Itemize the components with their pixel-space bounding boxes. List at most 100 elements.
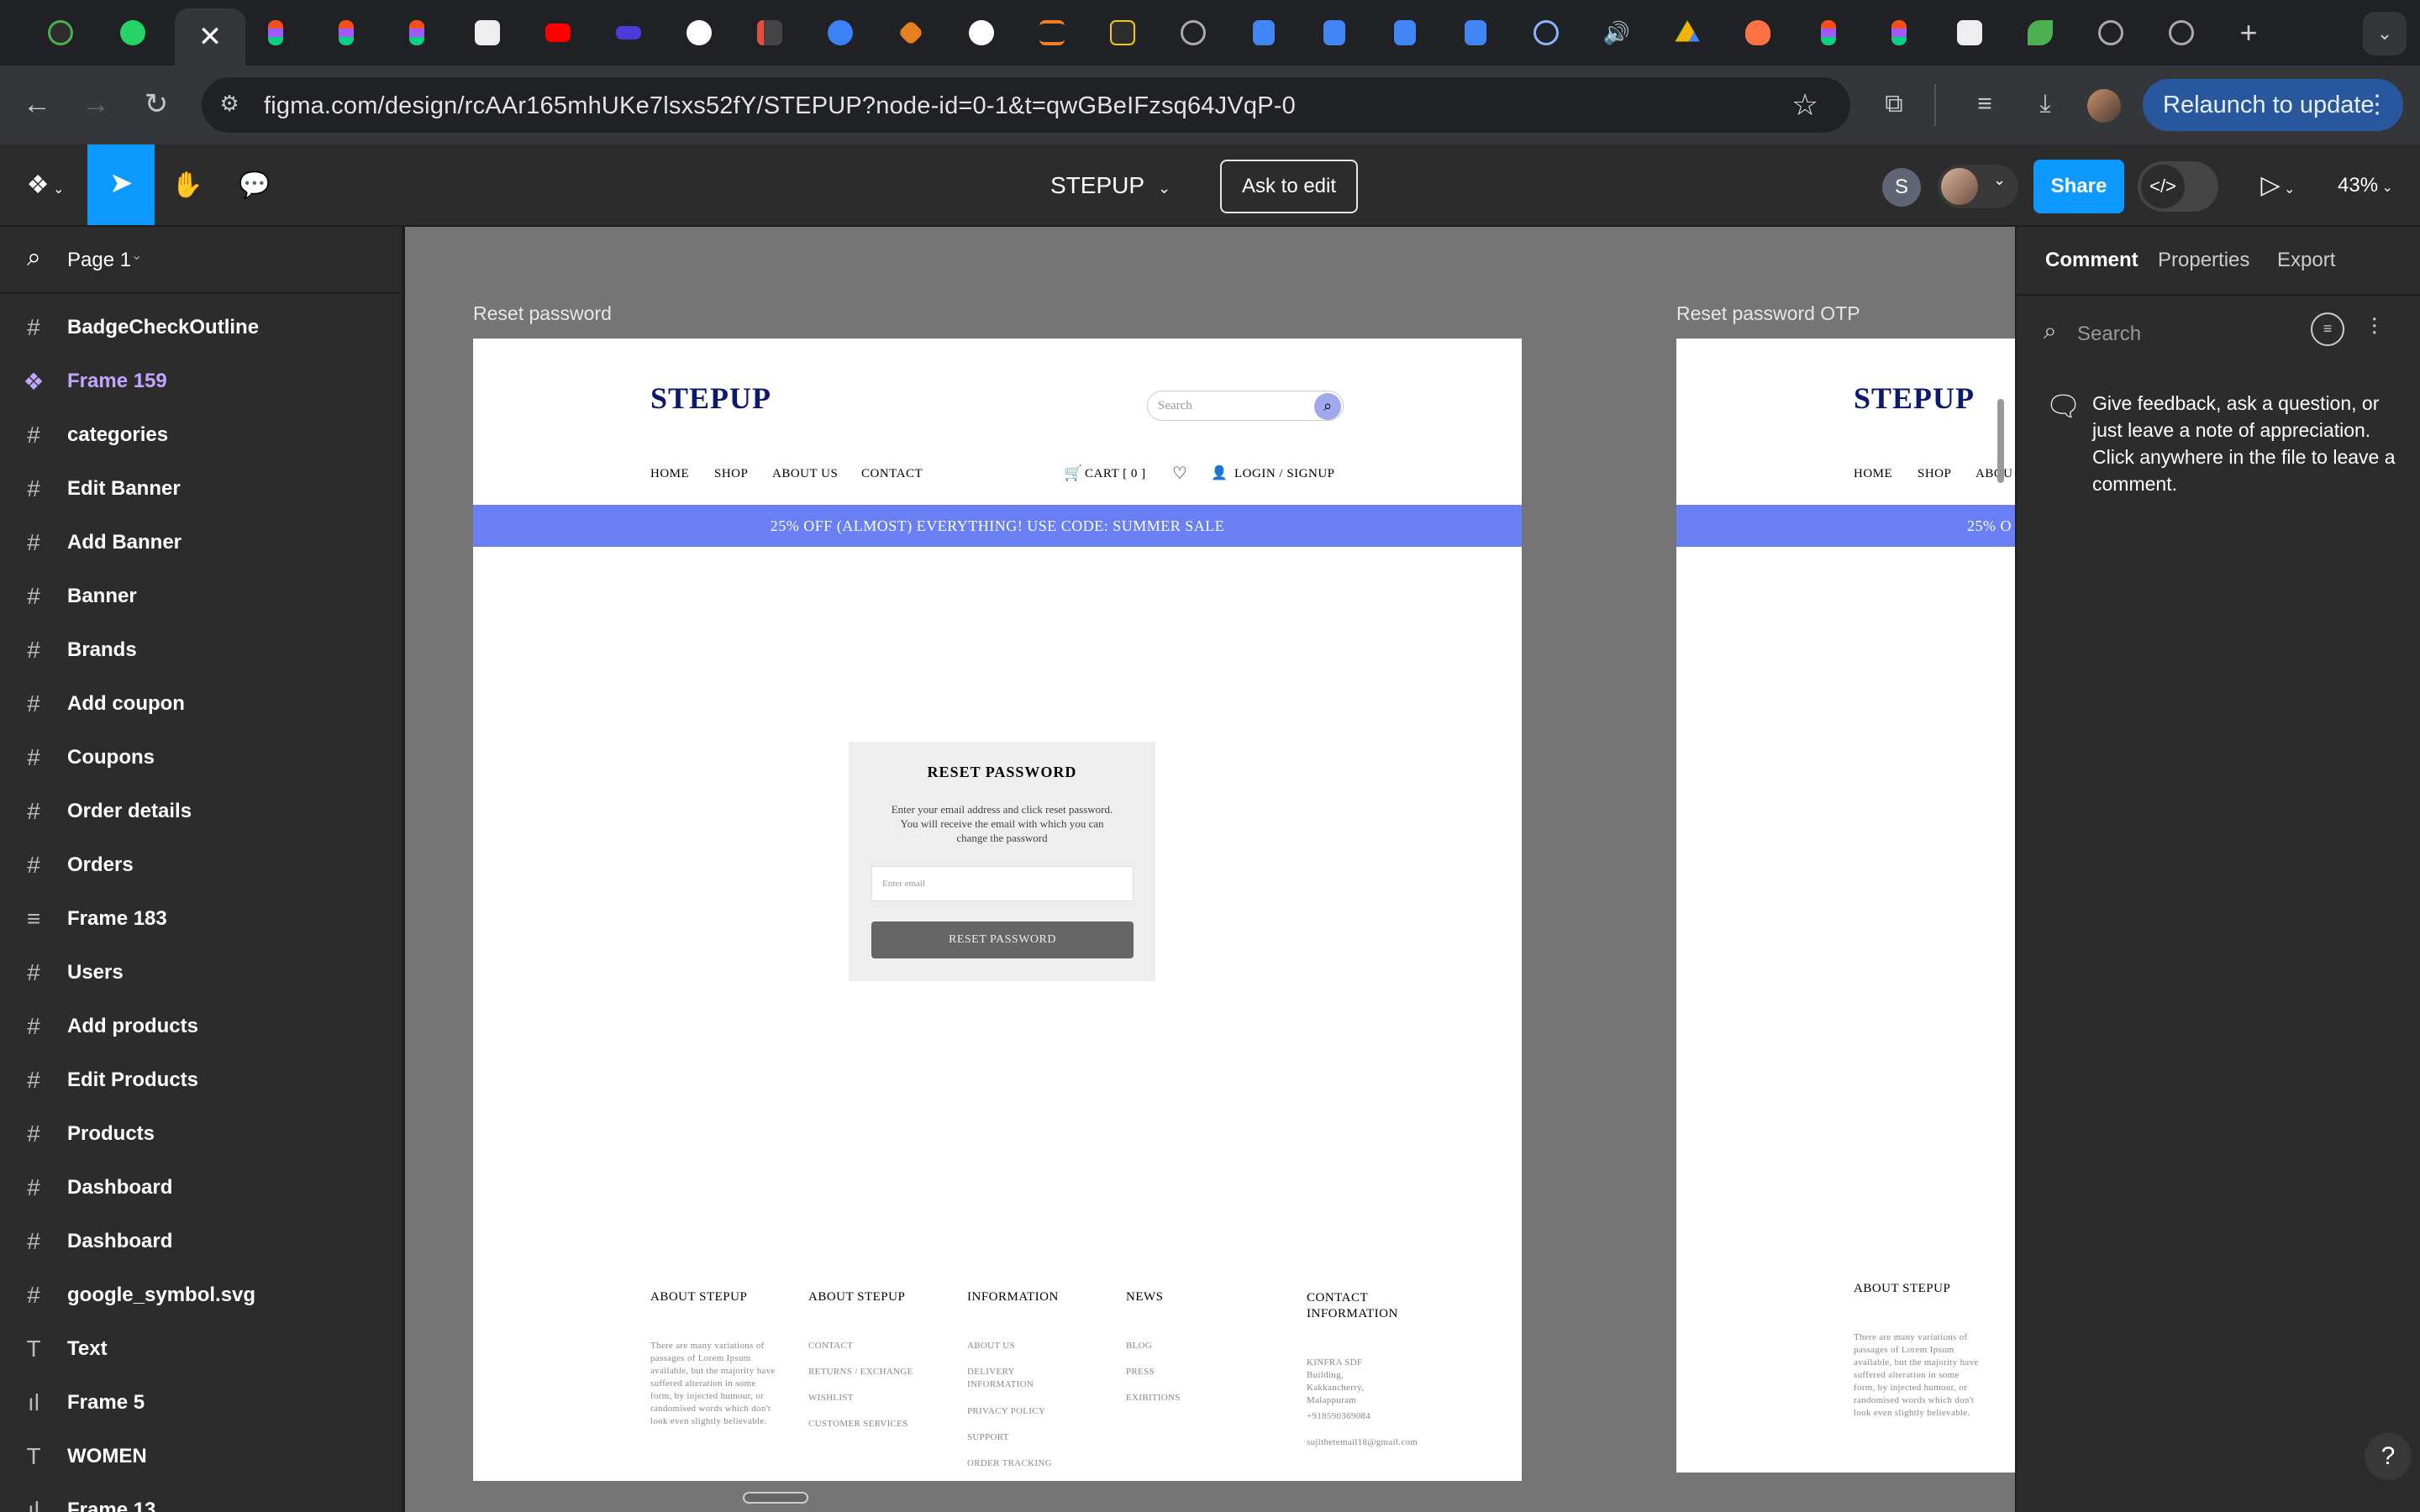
tab-27[interactable] [2091,15,2131,50]
layer-row[interactable]: # Add Banner [0,516,402,570]
tab-26[interactable] [2020,15,2060,50]
new-tab-button[interactable]: + [2228,15,2269,50]
more-vert-icon[interactable]: ⋮ [2365,79,2390,131]
footer-col2-link[interactable]: RETURNS / EXCHANGE [808,1366,913,1378]
close-icon[interactable]: ✕ [198,20,223,54]
nav-contact[interactable]: CONTACT [861,467,923,481]
reset-password-button[interactable]: RESET PASSWORD [871,921,1134,958]
layer-row[interactable]: # google_symbol.svg [0,1268,402,1322]
nav-shop[interactable]: SHOP [714,467,748,481]
forward-button[interactable]: → [81,89,111,119]
layer-row[interactable]: # Dashboard [0,1215,402,1268]
extensions-button[interactable]: ⧉ [1879,89,1909,119]
tab-drive[interactable] [1667,15,1707,50]
canvas[interactable]: Reset password Reset password OTP STEPUP… [405,227,2015,1512]
layer-row[interactable]: # Coupons [0,731,402,785]
layer-row[interactable]: # Add products [0,1000,402,1053]
tab-9[interactable] [820,15,860,50]
tab-1[interactable] [40,15,81,50]
ask-to-edit-button[interactable]: Ask to edit [1220,160,1358,213]
layer-row[interactable]: ıl Frame 5 [0,1376,402,1430]
user-avatar[interactable]: S [1882,168,1921,207]
vertical-scrollbar[interactable] [1997,399,2004,483]
footer-col4-link[interactable]: BLOG [1126,1340,1152,1352]
layer-row[interactable]: ≡ Frame 183 [0,892,402,946]
omnibox[interactable]: ⚙ figma.com/design/rcAAr165mhUKe7lsxs52f… [202,77,1850,133]
tab-chatgpt[interactable] [679,15,719,50]
sliders-icon[interactable]: ⫶ [2371,314,2377,342]
filter-icon[interactable]: ≡ [2311,312,2344,346]
tab-figma-2[interactable] [326,15,366,50]
layer-row[interactable]: # Order details [0,785,402,838]
layer-row[interactable]: ıl Frame 13 [0,1483,402,1512]
layer-row[interactable]: # BadgeCheckOutline [0,301,402,354]
tab-audio[interactable]: 🔊 [1597,15,1637,50]
footer-col3-link[interactable]: DELIVERY INFORMATION [967,1366,1060,1391]
tab-12[interactable] [1032,15,1072,50]
tab-2[interactable] [113,15,153,50]
comment-tool-button[interactable]: 💬 [234,166,276,205]
layer-row[interactable]: # Brands [0,623,402,677]
tab-19[interactable] [1526,15,1566,50]
frame-label-reset-password[interactable]: Reset password [473,302,612,325]
layer-row[interactable]: # Add coupon [0,677,402,731]
site-settings-icon[interactable]: ⚙ [215,91,244,119]
footer-col3-link[interactable]: ABOUT US [967,1340,1015,1352]
footer-col3-link[interactable]: ORDER TRACKING [967,1457,1052,1470]
site-logo[interactable]: STEPUP [650,381,771,416]
layer-row[interactable]: T Text [0,1322,402,1376]
tab-6[interactable] [608,15,649,50]
frame-reset-password-otp[interactable]: STEPUP HOME SHOP ABOU 25% O ABOUT STEPUP… [1676,339,2015,1473]
footer-col3-link[interactable]: PRIVACY POLICY [967,1405,1045,1418]
share-button[interactable]: Share [2033,160,2124,213]
tab-22[interactable] [1738,15,1778,50]
layer-row[interactable]: # Banner [0,570,402,623]
search-icon[interactable]: ⌕ [1314,393,1341,420]
layer-row[interactable]: # Dashboard [0,1161,402,1215]
tab-figma-5[interactable] [1879,15,1919,50]
footer-col4-link[interactable]: EXIBITIONS [1126,1392,1181,1404]
layer-row[interactable]: # Users [0,946,402,1000]
tab-github[interactable] [961,15,1002,50]
frame-label-reset-password-otp[interactable]: Reset password OTP [1676,302,1860,325]
frame-reset-password[interactable]: STEPUP Search ⌕ HOME SHOP ABOUT US CONTA… [473,339,1522,1481]
nav-home[interactable]: HOME [650,467,689,481]
site-search-box[interactable]: Search ⌕ [1147,391,1344,421]
nav-shop[interactable]: SHOP [1918,467,1951,481]
nav-home[interactable]: HOME [1854,467,1892,481]
tab-active-figma[interactable]: ✕ [175,8,245,66]
layer-row[interactable]: ❖ Frame 159 [0,354,402,408]
tab-export[interactable]: Export [2277,249,2335,272]
nav-login[interactable]: LOGIN / SIGNUP [1234,467,1335,481]
multiplayer-menu[interactable]: ⌄ [1938,165,2018,208]
email-input[interactable]: Enter email [871,866,1134,901]
url-text[interactable]: figma.com/design/rcAAr165mhUKe7lsxs52fY/… [264,92,1296,120]
bookmark-star-icon[interactable]: ☆ [1791,87,1818,123]
heart-icon[interactable]: ♡ [1172,463,1187,484]
relaunch-button[interactable]: Relaunch to update ⋮ [2143,79,2403,131]
layer-row[interactable]: # Products [0,1107,402,1161]
tab-figma-1[interactable] [255,15,296,50]
zoom-menu[interactable]: 43% ⌄ [2328,166,2403,205]
nav-about[interactable]: ABOU [1975,467,2013,481]
tab-docs-1[interactable] [1244,15,1284,50]
back-button[interactable]: ← [22,89,52,119]
tab-docs-2[interactable] [1314,15,1355,50]
tab-28[interactable] [2161,15,2202,50]
footer-col2-link[interactable]: CONTACT [808,1340,853,1352]
layer-row[interactable]: # Orders [0,838,402,892]
present-button[interactable]: ▷ ⌄ [2249,166,2307,205]
tab-14[interactable] [1173,15,1213,50]
main-menu-button[interactable]: ❖ ⌄ [20,166,71,205]
tab-youtube[interactable] [538,15,578,50]
site-logo[interactable]: STEPUP [1854,381,1975,416]
tab-10[interactable] [891,15,931,50]
move-tool-button[interactable]: ➤ [87,144,155,225]
tab-comment[interactable]: Comment [2045,249,2139,272]
search-icon[interactable]: ⌕ [27,244,41,272]
layer-row[interactable]: # categories [0,408,402,462]
layer-row[interactable]: # Edit Banner [0,462,402,516]
footer-col2-link[interactable]: WISHLIST [808,1392,854,1404]
downloads-button[interactable]: ⤓ [2030,89,2060,119]
page-label[interactable]: Page 1 [67,249,131,272]
